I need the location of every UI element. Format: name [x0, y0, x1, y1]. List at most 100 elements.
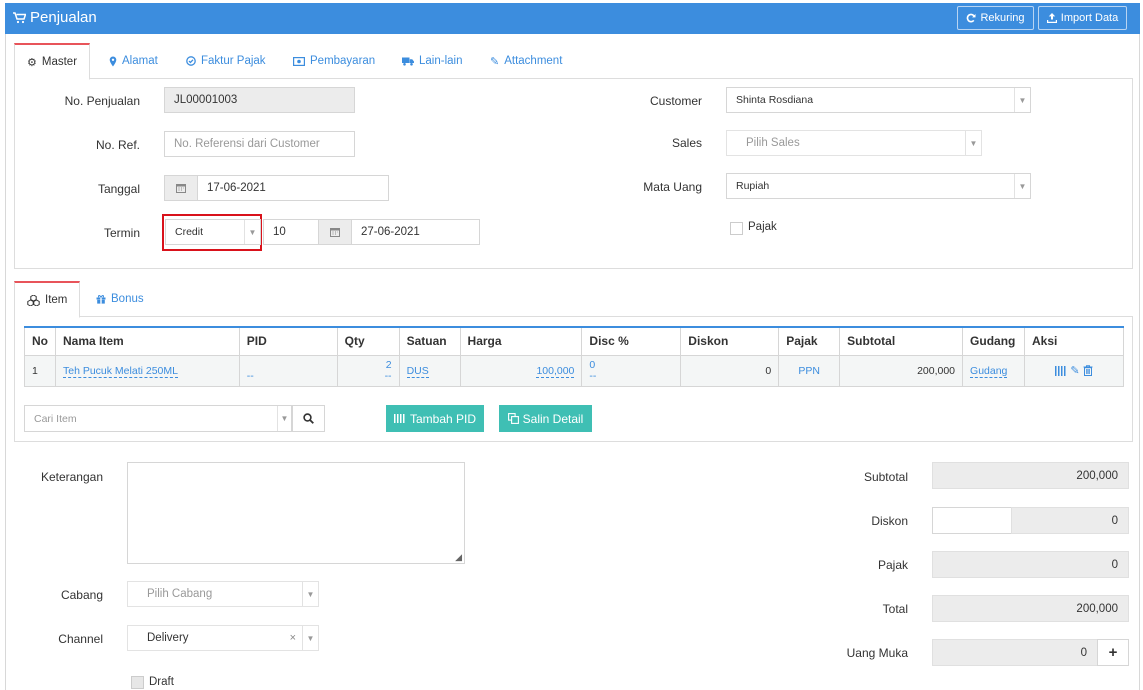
uang-muka-label: Uang Muka	[846, 646, 908, 660]
keterangan-textarea[interactable]: ◢	[127, 462, 465, 564]
tab-pembayaran[interactable]: Pembayaran	[281, 43, 387, 79]
barcode-icon[interactable]	[1055, 365, 1068, 376]
sales-select[interactable]: Pilih Sales ▼	[726, 130, 982, 156]
cabang-placeholder: Pilih Cabang	[147, 588, 213, 600]
row-disc-sub: --	[589, 369, 597, 382]
diskon-label: Diskon	[871, 514, 908, 528]
row-no: 1	[24, 354, 56, 387]
row-satuan-cell: DUS	[398, 354, 461, 387]
no-penjualan-label: No. Penjualan	[64, 94, 140, 108]
row-pajak-cell: PPN	[778, 354, 841, 387]
col-pajak: Pajak	[778, 326, 841, 356]
clear-icon[interactable]: ×	[290, 632, 296, 644]
row-gudang-link[interactable]: Gudang	[970, 364, 1008, 378]
plus-icon: +	[1108, 644, 1118, 661]
tab-attachment[interactable]: ✎ Attachment	[478, 43, 574, 79]
item-search-select[interactable]: Cari Item ▼	[24, 405, 292, 432]
money-icon	[293, 56, 305, 66]
pencil-icon[interactable]: ✎	[1070, 365, 1079, 377]
subtotal-label: Subtotal	[863, 470, 908, 484]
no-ref-label: No. Ref.	[95, 138, 140, 152]
app-root: Penjualan Rekuring Import Data ⚙ Master …	[0, 0, 1143, 690]
pajak-checkbox[interactable]	[730, 222, 743, 235]
tanggal-field[interactable]: 17-06-2021	[197, 175, 389, 201]
cabang-label: Cabang	[60, 588, 103, 602]
chevron-down-icon: ▼	[965, 131, 981, 155]
row-qty-cell: 2 --	[336, 354, 400, 387]
chevron-down-icon: ▼	[277, 406, 291, 431]
draft-label: Draft	[149, 676, 174, 688]
row-satuan-link[interactable]: DUS	[406, 364, 429, 378]
tab-label: Item	[45, 294, 68, 306]
add-uang-muka-button[interactable]: +	[1097, 639, 1129, 666]
tab-alamat[interactable]: Alamat	[97, 43, 170, 79]
channel-select[interactable]: Delivery × ▼	[127, 625, 319, 651]
row-pid-link[interactable]: --	[247, 370, 254, 382]
keterangan-label: Keterangan	[40, 470, 103, 484]
subtotal-field: 200,000	[932, 462, 1129, 489]
table-header-row: No Nama Item PID Qty Satuan Harga Disc %…	[24, 326, 1124, 356]
col-disc: Disc %	[581, 326, 682, 356]
page-title: Penjualan	[30, 9, 97, 26]
col-harga: Harga	[459, 326, 583, 356]
col-pid: PID	[238, 326, 338, 356]
col-diskon: Diskon	[680, 326, 780, 356]
tambah-pid-button[interactable]: Tambah PID	[386, 405, 484, 432]
chevron-down-icon: ▼	[302, 626, 318, 650]
row-pid-cell: --	[238, 354, 338, 387]
import-data-button[interactable]: Import Data	[1038, 6, 1127, 30]
row-gudang-cell: Gudang	[962, 354, 1026, 387]
tab-faktur-pajak[interactable]: Faktur Pajak	[174, 43, 278, 79]
sales-placeholder: Pilih Sales	[746, 137, 800, 149]
cogs-icon: ⚙	[27, 56, 37, 69]
tab-lain-lain[interactable]: Lain-lain	[390, 43, 474, 79]
tab-item[interactable]: Item	[14, 281, 81, 318]
trash-icon[interactable]	[1083, 365, 1093, 377]
salin-detail-button[interactable]: Salin Detail	[499, 405, 592, 432]
search-button[interactable]	[292, 405, 325, 432]
customer-label: Customer	[649, 94, 702, 108]
row-qty-sub: --	[384, 369, 392, 382]
draft-checkbox[interactable]	[131, 676, 144, 689]
termin-days-field[interactable]: 10	[263, 219, 319, 245]
row-pajak-link[interactable]: PPN	[798, 365, 820, 377]
salin-detail-label: Salin Detail	[522, 411, 584, 426]
tab-label: Bonus	[111, 293, 144, 305]
mata-uang-select[interactable]: Rupiah ▼	[726, 173, 1031, 199]
termin-label: Termin	[103, 226, 140, 240]
table-row: 1 Teh Pucuk Melati 250ML -- 2 -- DUS 100,…	[24, 354, 1124, 387]
tab-bonus[interactable]: Bonus	[84, 281, 156, 317]
row-harga-link[interactable]: 100,000	[536, 364, 575, 378]
termin-type-select[interactable]: Credit ▼	[165, 219, 261, 245]
tab-label: Lain-lain	[419, 55, 463, 67]
customer-select[interactable]: Shinta Rosdiana ▼	[726, 87, 1031, 113]
pajak-total-label: Pajak	[877, 558, 908, 572]
tab-label: Master	[41, 56, 78, 68]
diskon-field: 0	[1011, 507, 1129, 534]
row-subtotal: 200,000	[839, 354, 964, 387]
tab-label: Alamat	[122, 55, 158, 67]
calendar-icon	[318, 219, 352, 245]
row-nama-item-link[interactable]: Teh Pucuk Melati 250ML	[62, 364, 178, 378]
rekuring-button[interactable]: Rekuring	[957, 6, 1034, 30]
search-icon	[303, 413, 314, 424]
termin-due-date-field[interactable]: 27-06-2021	[351, 219, 480, 245]
shopping-cart-icon	[13, 11, 26, 23]
chevron-down-icon: ▼	[1014, 174, 1030, 198]
no-penjualan-field[interactable]: JL00001003	[164, 87, 355, 113]
row-harga-cell: 100,000	[459, 354, 583, 387]
tab-master[interactable]: ⚙ Master	[14, 43, 91, 80]
row-disc-cell: 0 --	[581, 354, 682, 387]
paperclip-icon: ✎	[490, 55, 500, 68]
cabang-select[interactable]: Pilih Cabang ▼	[127, 581, 319, 607]
diskon-percent-field[interactable]	[932, 507, 1012, 534]
calendar-icon	[164, 175, 198, 201]
col-no: No	[24, 326, 56, 356]
no-ref-field[interactable]: No. Referensi dari Customer	[164, 131, 355, 157]
pajak-checkbox-label: Pajak	[748, 221, 777, 233]
item-tabs: Item Bonus	[14, 281, 1133, 318]
resize-handle-icon: ◢	[455, 552, 462, 562]
chevron-down-icon: ▼	[302, 582, 318, 606]
mata-uang-value: Rupiah	[736, 180, 770, 192]
tambah-pid-label: Tambah PID	[409, 411, 477, 426]
